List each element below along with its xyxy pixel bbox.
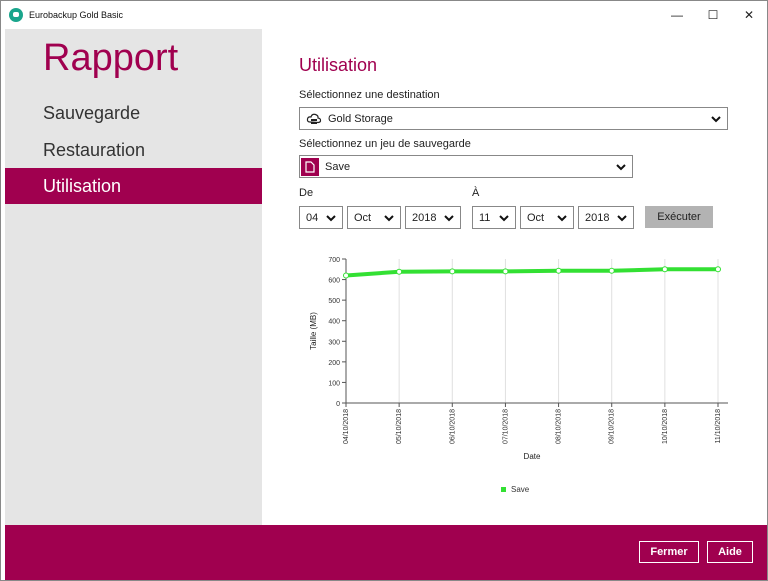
y-axis-label: Taille (MB): [309, 312, 318, 350]
minimize-button[interactable]: —: [659, 1, 695, 29]
x-tick-label: 07/10/2018: [502, 409, 509, 444]
from-year-select[interactable]: 2018: [405, 206, 461, 229]
to-year-value: 2018: [585, 211, 610, 224]
to-year-select[interactable]: 2018: [578, 206, 634, 229]
legend-swatch: [501, 487, 506, 492]
x-tick-label: 08/10/2018: [556, 409, 563, 444]
destination-label: Sélectionnez une destination: [299, 89, 440, 101]
usage-line-chart: 0 100 200 300 400 500 600 700 04/10/2018 05/10/20…: [309, 257, 728, 494]
chevron-down-icon: [326, 213, 336, 223]
from-year-value: 2018: [412, 211, 437, 224]
data-point: [502, 268, 509, 275]
from-day-select[interactable]: 04: [299, 206, 343, 229]
sidebar-title: Rapport: [43, 37, 179, 79]
to-day-value: 11: [479, 211, 491, 224]
y-tick-label: 400: [328, 319, 340, 326]
backupset-value: Save: [325, 160, 351, 173]
sidebar: Rapport Sauvegarde Restauration Utilisat…: [5, 29, 262, 525]
cloud-storage-icon: [306, 111, 322, 127]
execute-button[interactable]: Exécuter: [645, 206, 713, 228]
data-point: [449, 268, 456, 275]
y-tick-label: 600: [328, 278, 340, 285]
from-month-select[interactable]: Oct: [347, 206, 401, 229]
x-tick-label: 06/10/2018: [449, 409, 456, 444]
app-logo-icon: [9, 8, 23, 22]
sidebar-item-utilisation[interactable]: Utilisation: [5, 168, 262, 204]
footer-bar: Fermer Aide: [5, 525, 767, 580]
x-tick-label: 11/10/2018: [715, 409, 722, 444]
sidebar-item-sauvegarde[interactable]: Sauvegarde: [5, 95, 262, 131]
app-window: Eurobackup Gold Basic — ☐ ✕ Rapport Sauv…: [0, 0, 768, 581]
destination-value: Gold Storage: [328, 112, 393, 125]
x-tick-label: 05/10/2018: [396, 409, 403, 444]
x-tick-label: 04/10/2018: [343, 409, 350, 444]
y-tick-label: 0: [336, 401, 340, 408]
sidebar-item-restauration[interactable]: Restauration: [5, 132, 262, 168]
destination-select[interactable]: Gold Storage: [299, 107, 728, 130]
backupset-label: Sélectionnez un jeu de sauvegarde: [299, 138, 471, 150]
legend-label: Save: [511, 485, 530, 494]
title-bar: Eurobackup Gold Basic — ☐ ✕: [1, 1, 767, 29]
from-label: De: [299, 187, 314, 199]
data-point: [661, 266, 668, 273]
y-tick-label: 700: [328, 257, 340, 264]
y-tick-label: 300: [328, 339, 340, 346]
chevron-down-icon: [444, 213, 454, 223]
help-button[interactable]: Aide: [707, 541, 753, 563]
x-tick-label: 09/10/2018: [609, 409, 616, 444]
y-tick-label: 100: [328, 380, 340, 387]
data-point: [555, 267, 562, 274]
close-window-button[interactable]: ✕: [731, 1, 767, 29]
x-tick-label: 10/10/2018: [662, 409, 669, 444]
from-day-value: 04: [306, 211, 319, 224]
maximize-button[interactable]: ☐: [695, 1, 731, 29]
document-icon: [301, 157, 319, 176]
chevron-down-icon: [617, 213, 627, 223]
main-content: Utilisation Sélectionnez une destination…: [262, 29, 767, 525]
x-axis-label: Date: [524, 452, 541, 461]
chevron-down-icon: [499, 213, 509, 223]
data-point: [715, 266, 721, 273]
close-button[interactable]: Fermer: [639, 541, 699, 563]
chevron-down-icon: [557, 213, 567, 223]
to-day-select[interactable]: 11: [472, 206, 516, 229]
chevron-down-icon: [616, 162, 626, 172]
to-month-value: Oct: [527, 211, 545, 224]
to-month-select[interactable]: Oct: [520, 206, 574, 229]
y-tick-label: 200: [328, 360, 340, 367]
window-title: Eurobackup Gold Basic: [29, 10, 124, 20]
page-title: Utilisation: [299, 55, 378, 75]
chevron-down-icon: [711, 114, 721, 124]
y-tick-label: 500: [328, 298, 340, 305]
data-point: [608, 267, 615, 274]
backupset-select[interactable]: Save: [299, 155, 633, 178]
to-label: À: [472, 187, 480, 199]
chevron-down-icon: [384, 213, 394, 223]
data-point: [343, 272, 349, 279]
data-point: [396, 268, 403, 275]
from-month-value: Oct: [354, 211, 372, 224]
